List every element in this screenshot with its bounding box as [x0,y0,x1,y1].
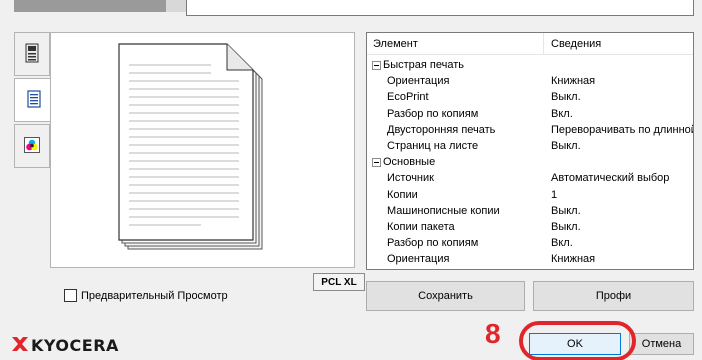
item-name: Основные [383,156,436,169]
preview-checkbox[interactable] [64,289,77,302]
item-name: Разбор по копиям [387,237,479,250]
list-header: Элемент Сведения [367,33,693,55]
list-item[interactable]: Разбор по копиям Вкл. [367,106,693,122]
list-item[interactable]: Ориентация Книжная [367,251,693,267]
list-item[interactable]: Машинописные копии Выкл. [367,203,693,219]
column-header-element[interactable]: Элемент [373,38,418,50]
column-header-info[interactable]: Сведения [551,38,601,50]
document-icon [26,89,41,111]
list-item[interactable]: EcoPrint Выкл. [367,89,693,105]
item-value: Выкл. [551,91,581,104]
tree-group-row[interactable]: Быстрая печать [367,57,693,73]
item-name: Ориентация [387,75,450,88]
item-name: Источник [387,172,434,185]
item-name: Двусторонняя печать [387,123,496,136]
list-rows: Быстрая печать Ориентация Книжная EcoPrint В… [367,57,693,267]
profile-button[interactable]: Профи [533,281,694,311]
side-tab-document[interactable] [14,78,52,122]
paper-stack-icon [118,43,263,250]
item-value: Автоматический выбор [551,172,670,185]
item-name: EcoPrint [387,91,429,104]
save-button[interactable]: Сохранить [366,281,525,311]
print-dialog: PCL XL Элемент Сведения Быстрая печать Ор… [0,0,702,360]
preview-checkbox-label: Предварительный Просмотр [81,289,228,302]
settings-summary-list[interactable]: Элемент Сведения Быстрая печать Ориентаци… [366,32,694,270]
item-value: Книжная [551,253,596,266]
list-item[interactable]: Двусторонняя печать Переворачивать по дли… [367,122,693,138]
item-value: Переворачивать по длинной с [551,123,694,136]
list-item[interactable]: Разбор по копиям Вкл. [367,235,693,251]
item-value: Вкл. [551,237,573,250]
top-field[interactable] [186,0,694,16]
page-preview: PCL XL [50,32,365,291]
printer-icon [25,43,39,66]
pcl-badge: PCL XL [313,273,365,291]
list-item[interactable]: Копии пакета Выкл. [367,219,693,235]
item-value: Выкл. [551,220,581,233]
item-name: Страниц на листе [387,139,479,152]
color-icon [24,136,40,156]
list-item[interactable]: Страниц на листе Выкл. [367,138,693,154]
item-value: Книжная [551,75,596,88]
kyocera-logo: KYOCERA [12,336,119,355]
collapse-icon[interactable] [372,158,381,168]
item-value: 1 [551,188,558,201]
collapse-icon[interactable] [372,61,381,70]
item-name: Машинописные копии [387,204,500,217]
top-tab-edge [166,0,186,12]
step-number: 8 [485,318,501,349]
item-value: Выкл. [551,204,581,217]
item-value: Вкл. [551,107,573,120]
item-name: Копии [387,188,418,201]
item-value: Выкл. [551,139,581,152]
side-tab-color[interactable] [14,124,50,168]
side-tab-printer[interactable] [14,32,50,76]
ok-highlight-circle [519,321,636,360]
column-divider [543,33,544,55]
top-tab[interactable] [14,0,166,12]
list-item[interactable]: Ориентация Книжная [367,73,693,89]
item-name: Копии пакета [387,220,455,233]
kyocera-mark-icon [12,337,28,354]
preview-checkbox-row[interactable]: Предварительный Просмотр [64,289,228,302]
logo-text: KYOCERA [31,336,119,355]
side-tabs [14,32,52,182]
item-name: Быстрая печать [383,59,464,71]
item-name: Разбор по копиям [387,107,479,120]
cancel-button[interactable]: Отмена [629,333,694,355]
item-name: Ориентация [387,253,450,266]
top-strip [0,0,702,18]
list-item[interactable]: Копии 1 [367,187,693,203]
list-item[interactable]: Источник Автоматический выбор [367,170,693,186]
tree-group-row[interactable]: Основные [367,154,693,170]
